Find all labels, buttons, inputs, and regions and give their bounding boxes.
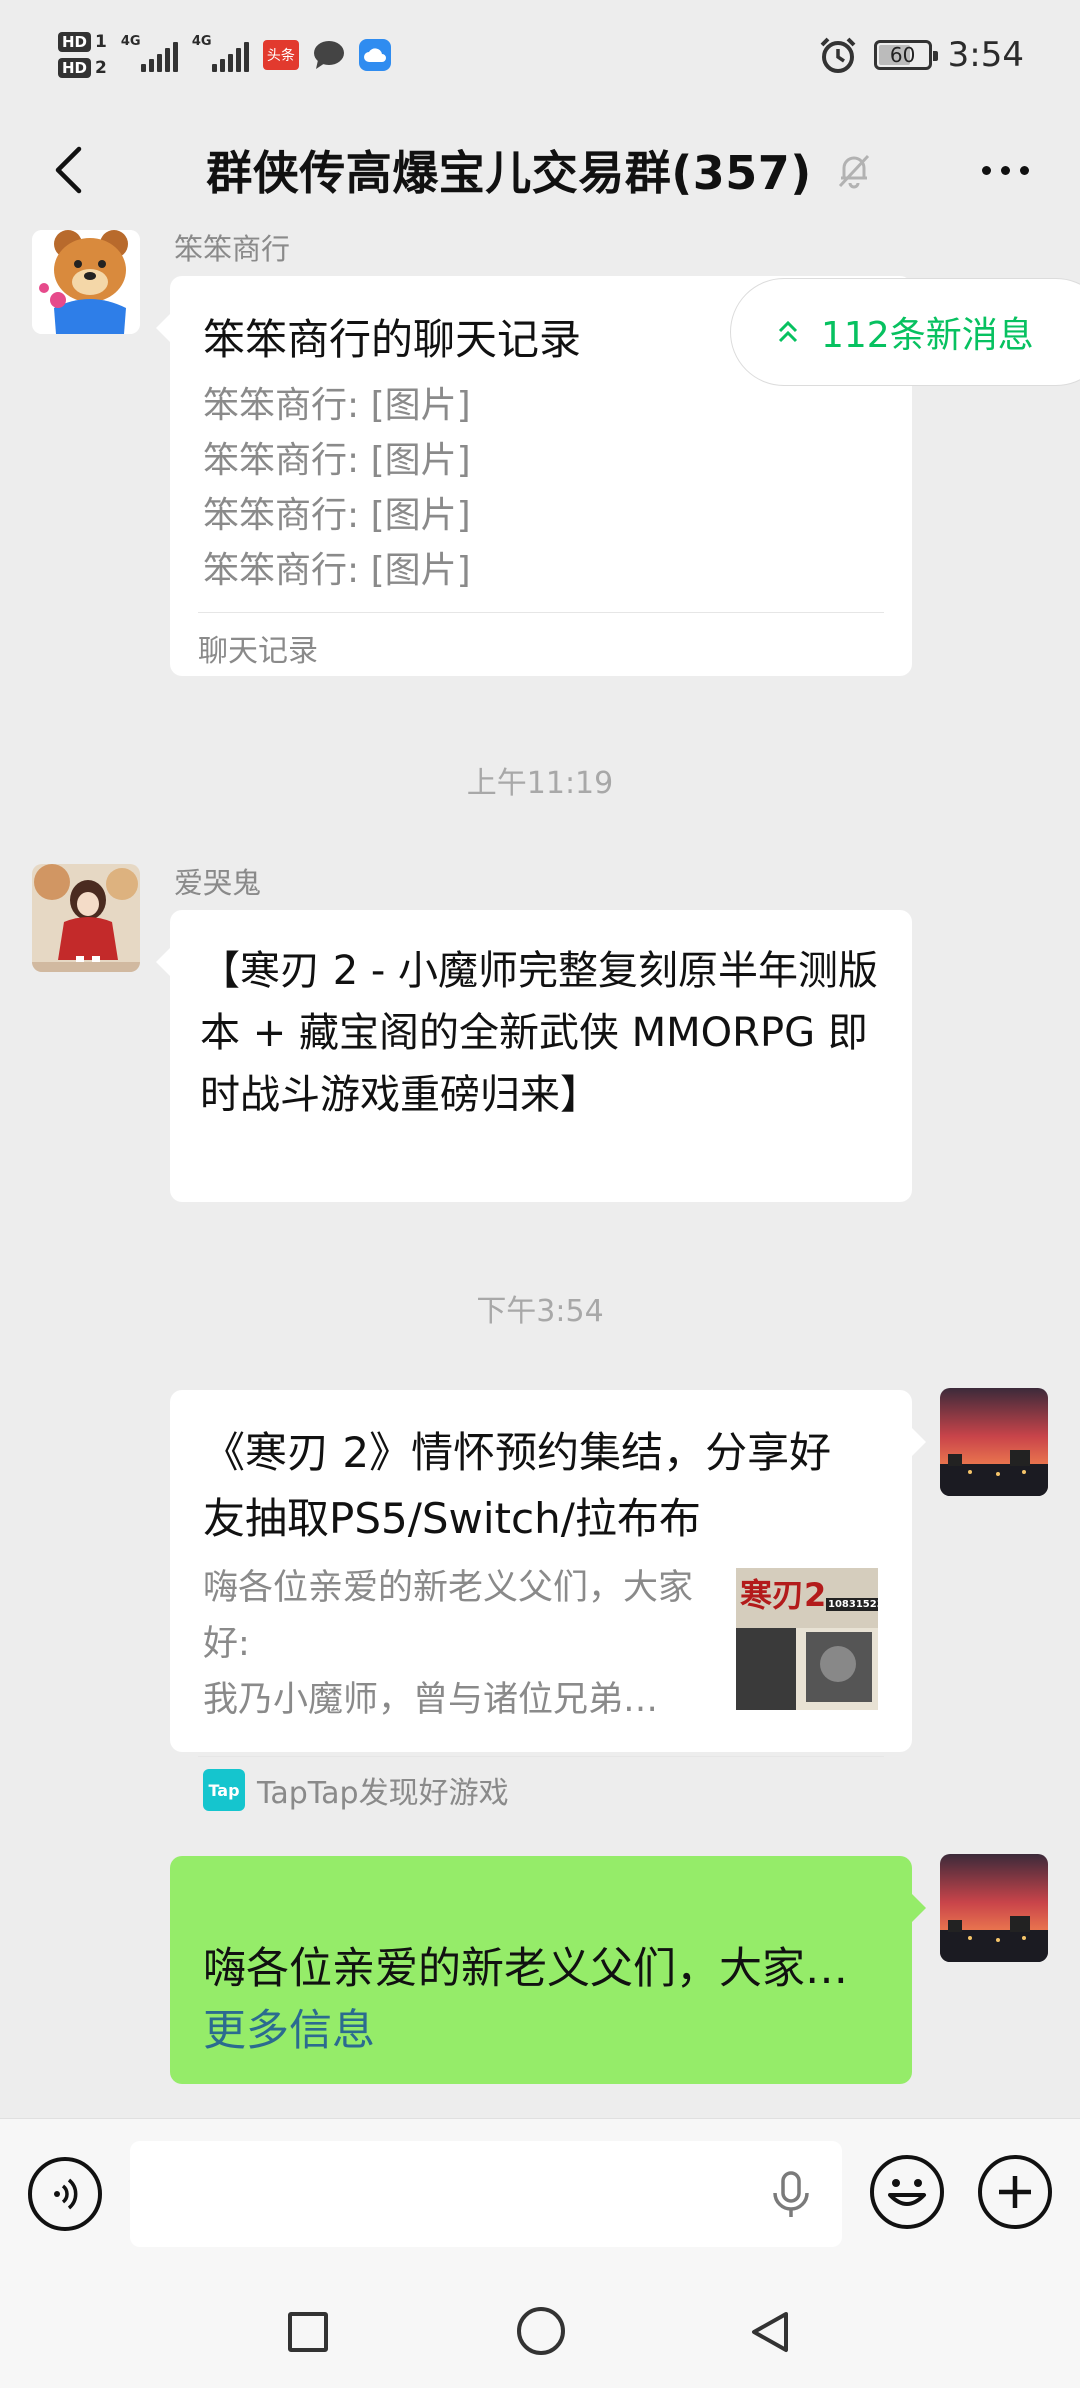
more-button[interactable] [970,140,1040,200]
sender-name: 笨笨商行 [174,232,291,266]
alarm-icon [820,37,856,73]
more-dot [981,165,991,175]
girl-avatar-icon [32,864,140,972]
hd1-label: HD [58,32,92,52]
text-message-bubble[interactable]: 【寒刃 2 - 小魔师完整复刻原半年测版本 + 藏宝阁的全新武侠 MMORPG … [156,910,912,1202]
message-notification-icon [313,41,344,69]
timestamp: 上午11:19 [466,766,614,801]
divider [198,612,884,613]
message-text: 【寒刃 2 - 小魔师完整复刻原半年测版本 + 藏宝阁的全新武侠 MMORPG … [200,948,879,1118]
battery-icon: 60 [873,40,938,70]
more-dot [1000,165,1010,175]
link-card-desc-line: 嗨各位亲爱的新老义父们，大家好: [203,1568,694,1664]
chevron-left-icon [55,146,82,194]
microphone-icon[interactable] [764,2167,818,2221]
link-card[interactable]: 《寒刃 2》情怀预约集结，分享好友抽取PS5/Switch/拉布布 嗨各位亲爱的… [170,1390,926,1811]
voice-button[interactable] [28,2157,102,2231]
taptap-logo-icon: Tap [203,1769,245,1811]
plus-button[interactable] [978,2155,1052,2229]
chat-record-line: 笨笨商行: [图片] [203,550,471,591]
timestamp: 下午3:54 [476,1294,604,1329]
self-avatar[interactable] [940,1388,1048,1496]
hd2-number: 2 [95,58,107,78]
sunset-avatar-icon [940,1854,1048,1962]
bear-avatar-icon [32,230,140,334]
status-bar: HD 1 HD 2 4G 4G 头条 60 3:54 [0,0,1080,110]
avatar[interactable] [32,864,140,972]
chat-record-footer: 聊天记录 [198,634,318,669]
chat-record-line: 笨笨商行: [图片] [203,495,471,536]
more-info-link[interactable]: 更多信息 [203,2000,375,2062]
link-card-desc-line: 我乃小魔师，曾与诸位兄弟… [203,1680,659,1720]
new-messages-button[interactable]: 112条新消息 [730,278,1080,386]
new-messages-label: 112条新消息 [821,315,1034,356]
status-right: 60 3:54 [818,35,1024,75]
sunset-avatar-icon [940,1388,1048,1496]
hd-indicators: HD 1 HD 2 [58,32,107,78]
double-chevron-up-icon [778,320,798,343]
hd2-indicator: HD 2 [58,58,107,78]
back-triangle-icon[interactable] [746,2308,794,2356]
voice-icon [54,2178,78,2210]
avatar[interactable] [32,230,140,334]
link-card-description: 嗨各位亲爱的新老义父们，大家好: 我乃小魔师，曾与诸位兄弟… [203,1560,703,1728]
recent-apps-button[interactable] [288,2312,328,2352]
message-input[interactable] [130,2141,842,2247]
chat-header: 群侠传高爆宝儿交易群(357) [0,110,1080,230]
chat-scroll-area[interactable]: 笨笨商行 笨笨商行的聊天记录 笨笨商行: [图片] 笨笨商行: [图片] 笨笨商… [0,230,1080,2118]
signal-2-icon: 4G [192,34,249,72]
link-card-source: Tap TapTap发现好游戏 [203,1768,509,1812]
system-navigation-bar [0,2268,1080,2388]
more-dot [1019,165,1029,175]
chat-record-line: 笨笨商行: [图片] [203,385,471,426]
divider [198,1756,884,1757]
message-text: 嗨各位亲爱的新老义父们，大家… [203,1944,848,1994]
chat-record-title: 笨笨商行的聊天记录 [203,315,582,364]
net1-label: 4G [120,34,141,49]
chat-record-line: 笨笨商行: [图片] [203,440,471,481]
back-button[interactable] [38,140,98,200]
net2-label: 4G [191,34,212,49]
battery-level: 60 [889,43,916,67]
self-avatar[interactable] [940,1854,1048,1962]
plus-icon [999,2176,1031,2208]
sender-name: 爱哭鬼 [174,866,262,900]
thumbnail-number: 10831523 [826,1598,878,1611]
hd1-number: 1 [95,32,107,52]
bell-off-icon [838,154,869,189]
title-wrap: 群侠传高爆宝儿交易群(357) [206,137,874,203]
input-bar [0,2118,1080,2268]
status-time: 3:54 [947,35,1024,75]
toutiao-app-icon: 头条 [262,40,299,70]
signal-1-icon: 4G [121,34,178,72]
page-title: 群侠传高爆宝儿交易群(357) [206,146,812,200]
thumbnail-title: 寒刃2 [740,1576,827,1614]
hd1-indicator: HD 1 [58,32,107,52]
link-card-source-label: TapTap发现好游戏 [257,1776,509,1811]
link-card-thumbnail: 寒刃2 10831523 [736,1568,878,1710]
home-button[interactable] [517,2307,565,2355]
hd2-label: HD [58,58,92,78]
emoji-icon [888,2179,926,2206]
emoji-button[interactable] [870,2155,944,2229]
cloud-app-icon [358,39,391,71]
status-left: HD 1 HD 2 4G 4G 头条 [58,32,391,78]
self-message-bubble[interactable]: 嗨各位亲爱的新老义父们，大家… 更多信息 [170,1856,926,2084]
link-card-title: 《寒刃 2》情怀预约集结，分享好友抽取PS5/Switch/拉布布 [203,1428,832,1543]
